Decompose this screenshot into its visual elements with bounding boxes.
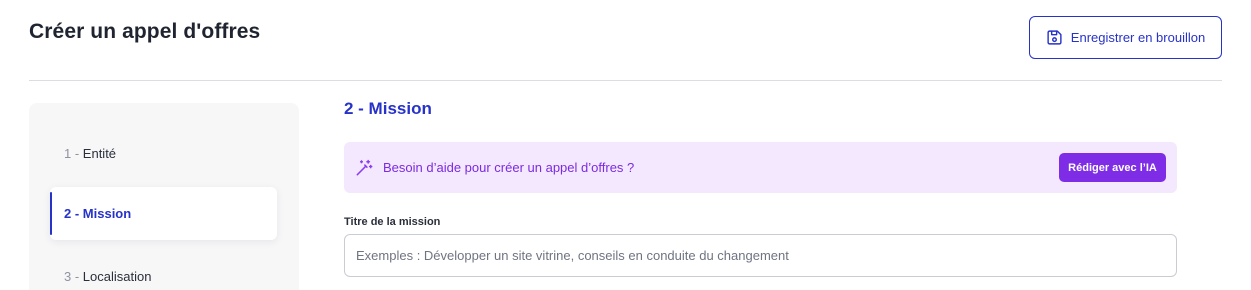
page-title: Créer un appel d'offres	[29, 20, 261, 43]
step-number: 1	[64, 146, 72, 161]
step-number: 3	[64, 269, 72, 284]
header-divider	[29, 80, 1222, 81]
save-draft-button[interactable]: Enregistrer en brouillon	[1029, 16, 1222, 59]
step-label: Entité	[82, 146, 117, 161]
ai-help-text: Besoin d’aide pour créer un appel d’offr…	[383, 160, 635, 175]
write-with-ai-button[interactable]: Rédiger avec l’IA	[1059, 153, 1166, 182]
magic-wand-icon	[356, 159, 373, 175]
form-stepper: 1 - Entité 2 - Mission 3 - Localisation	[29, 103, 299, 290]
save-icon	[1047, 30, 1062, 45]
step-number: 2	[64, 206, 72, 221]
step-label: Localisation	[82, 269, 152, 284]
step-separator: -	[71, 206, 83, 221]
save-draft-button-label: Enregistrer en brouillon	[1070, 30, 1206, 45]
mission-title-label: Titre de la mission	[344, 216, 441, 228]
step-separator: -	[71, 269, 83, 284]
ai-help-banner: Besoin d’aide pour créer un appel d’offr…	[344, 142, 1177, 193]
step-separator: -	[71, 146, 83, 161]
step-localisation[interactable]: 3 - Localisation	[50, 250, 277, 290]
step-label: Mission	[82, 206, 132, 221]
create-tender-page: Créer un appel d'offres Enregistrer en b…	[0, 0, 1251, 290]
section-title: 2 - Mission	[344, 99, 432, 118]
step-mission[interactable]: 2 - Mission	[50, 187, 277, 240]
step-entite[interactable]: 1 - Entité	[50, 127, 277, 180]
mission-title-input[interactable]	[344, 234, 1177, 277]
